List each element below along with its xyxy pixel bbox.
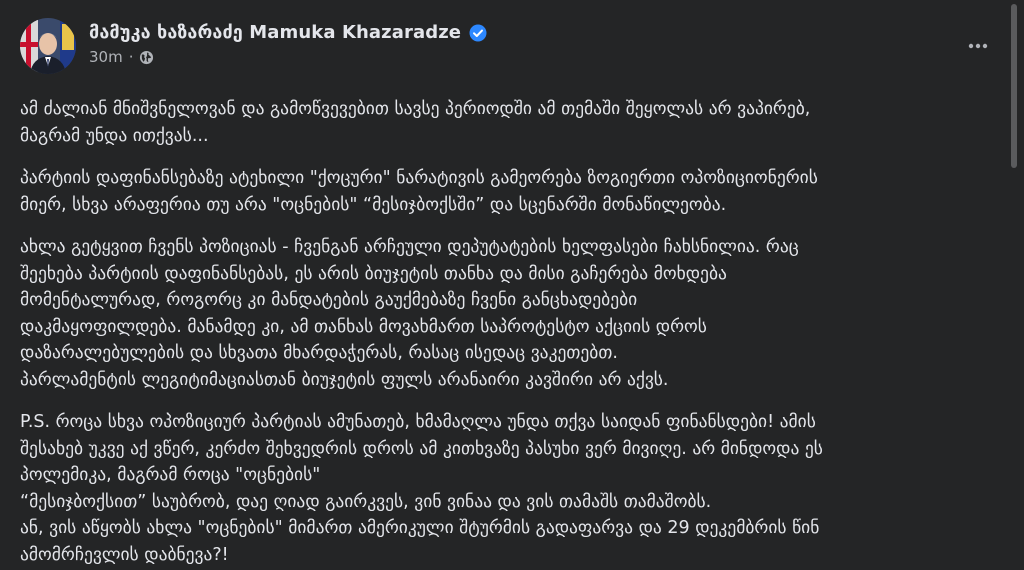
author-avatar[interactable]: [20, 18, 76, 74]
post-timestamp[interactable]: 30m: [89, 48, 123, 66]
globe-icon[interactable]: [139, 50, 154, 65]
author-name[interactable]: მამუკა ხაზარაძე Mamuka Khazaradze: [89, 22, 461, 43]
facebook-post: მამუკა ხაზარაძე Mamuka Khazaradze 30m ·: [0, 0, 1024, 570]
timestamp-row: 30m ·: [89, 48, 487, 66]
separator-dot: ·: [128, 48, 134, 66]
more-options-icon[interactable]: [966, 34, 990, 58]
scrollbar[interactable]: [1009, 0, 1019, 570]
post-paragraph: ახლა გეტყვით ჩვენს პოზიციას - ჩვენგან არ…: [20, 237, 799, 390]
post-body: ამ ძალიან მნიშვნელოვან და გამოწვევებით ს…: [20, 96, 1004, 568]
verified-badge-icon: [469, 24, 487, 42]
post-paragraph: პარტიის დაფინანსებაზე ატეხილი "ქოცური" ნ…: [20, 168, 818, 215]
post-meta: მამუკა ხაზარაძე Mamuka Khazaradze 30m ·: [89, 18, 487, 66]
author-row: მამუკა ხაზარაძე Mamuka Khazaradze: [89, 22, 487, 43]
post-paragraph: P.S. როცა სხვა ოპოზიციურ პარტიას ამუნათე…: [20, 412, 823, 565]
post-header: მამუკა ხაზარაძე Mamuka Khazaradze 30m ·: [20, 18, 1004, 74]
scrollbar-thumb[interactable]: [1011, 4, 1017, 168]
post-paragraph: ამ ძალიან მნიშვნელოვან და გამოწვევებით ს…: [20, 99, 811, 146]
